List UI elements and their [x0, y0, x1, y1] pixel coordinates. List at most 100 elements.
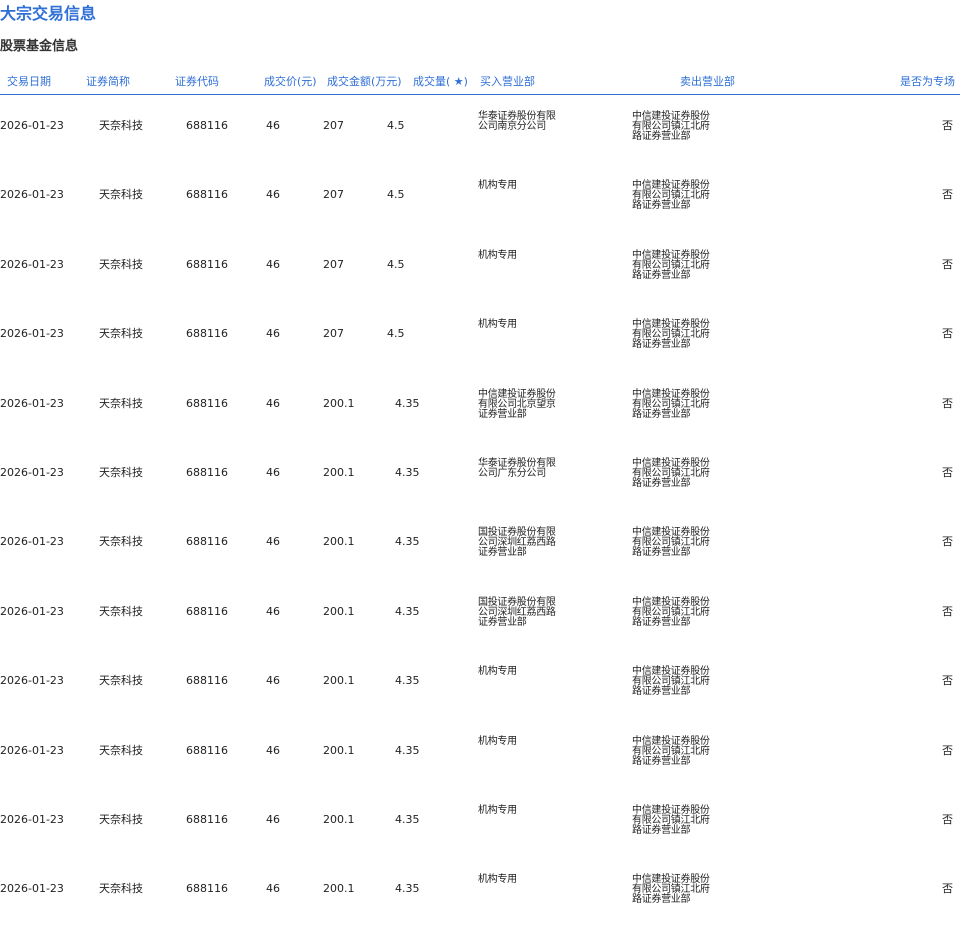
price-cell: 46: [266, 882, 280, 896]
amount-cell: 207: [323, 119, 344, 132]
buyer-cell: 机构专用: [478, 804, 517, 816]
amount-cell: 200.1: [323, 465, 355, 479]
special-cell: 否: [942, 743, 953, 757]
trade-date-cell: 2026-01-23: [0, 604, 64, 618]
trade-date-cell: 2026-01-23: [0, 396, 64, 410]
security-name-cell: 天奈科技: [99, 396, 143, 410]
amount-cell: 200.1: [323, 535, 355, 549]
trade-date-cell: 2026-01-23: [0, 188, 64, 202]
security-code-cell: 688116: [186, 674, 228, 688]
col-price[interactable]: 成交价(元): [264, 75, 317, 89]
col-amount[interactable]: 成交金额(万元): [327, 75, 402, 89]
amount-cell: 207: [323, 327, 344, 341]
buyer-cell: 机构专用: [478, 319, 517, 331]
seller-cell: 中信建投证券股份有限公司镇江北府路证券营业部: [632, 180, 710, 212]
volume-cell: 4.35: [395, 535, 420, 549]
trade-date-cell: 2026-01-23: [0, 743, 64, 757]
price-cell: 46: [266, 743, 280, 757]
volume-cell: 4.5: [387, 119, 405, 132]
buyer-cell: 国投证券股份有限公司深圳红荔西路证券营业部: [478, 527, 556, 559]
seller-cell: 中信建投证券股份有限公司镇江北府路证券营业部: [632, 388, 710, 420]
table-row[interactable]: 2026-01-23 天奈科技 688116 46 207 4.5 机构专用 中信建投证券股份…: [0, 164, 960, 233]
volume-cell: 4.5: [387, 327, 405, 341]
special-cell: 否: [942, 257, 953, 271]
volume-cell: 4.35: [395, 396, 420, 410]
price-cell: 46: [266, 465, 280, 479]
section-title: 股票基金信息: [0, 39, 79, 54]
security-code-cell: 688116: [186, 119, 228, 132]
amount-cell: 207: [323, 188, 344, 202]
amount-cell: 200.1: [323, 743, 355, 757]
col-security-code[interactable]: 证券代码: [175, 75, 219, 89]
seller-cell: 中信建投证券股份有限公司镇江北府路证券营业部: [632, 596, 710, 628]
amount-cell: 207: [323, 257, 344, 271]
security-name-cell: 天奈科技: [99, 257, 143, 271]
special-cell: 否: [942, 535, 953, 549]
seller-cell: 中信建投证券股份有限公司镇江北府路证券营业部: [632, 319, 710, 351]
amount-cell: 200.1: [323, 674, 355, 688]
special-cell: 否: [942, 812, 953, 826]
buyer-cell: 机构专用: [478, 666, 517, 678]
buyer-cell: 机构专用: [478, 735, 517, 747]
security-code-cell: 688116: [186, 396, 228, 410]
security-code-cell: 688116: [186, 812, 228, 826]
amount-cell: 200.1: [323, 604, 355, 618]
volume-cell: 4.35: [395, 674, 420, 688]
seller-cell: 中信建投证券股份有限公司镇江北府路证券营业部: [632, 666, 710, 698]
buyer-cell: 机构专用: [478, 249, 517, 261]
page-title: 大宗交易信息: [0, 4, 97, 23]
table-row[interactable]: 2026-01-23 天奈科技 688116 46 200.1 4.35 机构专用 中信建投证…: [0, 789, 960, 858]
col-special[interactable]: 是否为专场: [900, 75, 955, 89]
price-cell: 46: [266, 604, 280, 618]
col-buyer[interactable]: 买入营业部: [480, 75, 535, 89]
volume-cell: 4.35: [395, 882, 420, 896]
trade-date-cell: 2026-01-23: [0, 465, 64, 479]
table-row[interactable]: 2026-01-23 天奈科技 688116 46 200.1 4.35 华泰证券股份有限公…: [0, 442, 960, 511]
security-code-cell: 688116: [186, 465, 228, 479]
table-row[interactable]: 2026-01-23 天奈科技 688116 46 207 4.5 机构专用 中信建投证券股份…: [0, 303, 960, 372]
table-row[interactable]: 2026-01-23 天奈科技 688116 46 200.1 4.35 机构专用 中信建投证…: [0, 858, 960, 927]
col-volume[interactable]: 成交量( ★): [413, 75, 468, 89]
volume-cell: 4.35: [395, 743, 420, 757]
table-row[interactable]: 2026-01-23 天奈科技 688116 46 200.1 4.35 国投证券股份有限公…: [0, 511, 960, 580]
security-name-cell: 天奈科技: [99, 465, 143, 479]
amount-cell: 200.1: [323, 396, 355, 410]
security-code-cell: 688116: [186, 188, 228, 202]
special-cell: 否: [942, 119, 953, 132]
special-cell: 否: [942, 327, 953, 341]
price-cell: 46: [266, 535, 280, 549]
security-name-cell: 天奈科技: [99, 743, 143, 757]
price-cell: 46: [266, 188, 280, 202]
price-cell: 46: [266, 327, 280, 341]
trade-date-cell: 2026-01-23: [0, 327, 64, 341]
trade-date-cell: 2026-01-23: [0, 674, 64, 688]
volume-cell: 4.35: [395, 812, 420, 826]
price-cell: 46: [266, 812, 280, 826]
table-row[interactable]: 2026-01-23 天奈科技 688116 46 200.1 4.35 机构专用 中信建投证…: [0, 650, 960, 719]
col-trade-date[interactable]: 交易日期: [7, 75, 51, 89]
seller-cell: 中信建投证券股份有限公司镇江北府路证券营业部: [632, 249, 710, 281]
security-code-cell: 688116: [186, 882, 228, 896]
amount-cell: 200.1: [323, 882, 355, 896]
volume-cell: 4.35: [395, 465, 420, 479]
security-name-cell: 天奈科技: [99, 882, 143, 896]
buyer-cell: 中信建投证券股份有限公司北京望京证券营业部: [478, 388, 556, 420]
price-cell: 46: [266, 257, 280, 271]
col-security-name[interactable]: 证券简称: [86, 75, 130, 89]
security-name-cell: 天奈科技: [99, 604, 143, 618]
table-row[interactable]: 2026-01-23 天奈科技 688116 46 200.1 4.35 机构专用 中信建投证…: [0, 720, 960, 789]
table-row[interactable]: 2026-01-23 天奈科技 688116 46 200.1 4.35 国投证券股份有限公…: [0, 581, 960, 650]
price-cell: 46: [266, 396, 280, 410]
security-code-cell: 688116: [186, 327, 228, 341]
table-row[interactable]: 2026-01-23 天奈科技 688116 46 207 4.5 华泰证券股份有限公司南京…: [0, 95, 960, 164]
security-name-cell: 天奈科技: [99, 535, 143, 549]
special-cell: 否: [942, 674, 953, 688]
seller-cell: 中信建投证券股份有限公司镇江北府路证券营业部: [632, 874, 710, 906]
trade-date-cell: 2026-01-23: [0, 257, 64, 271]
col-seller[interactable]: 卖出营业部: [680, 75, 735, 89]
security-name-cell: 天奈科技: [99, 327, 143, 341]
table-row[interactable]: 2026-01-23 天奈科技 688116 46 200.1 4.35 中信建投证券股份有…: [0, 373, 960, 442]
volume-cell: 4.5: [387, 257, 405, 271]
buyer-cell: 机构专用: [478, 180, 517, 192]
table-row[interactable]: 2026-01-23 天奈科技 688116 46 207 4.5 机构专用 中信建投证券股份…: [0, 234, 960, 303]
